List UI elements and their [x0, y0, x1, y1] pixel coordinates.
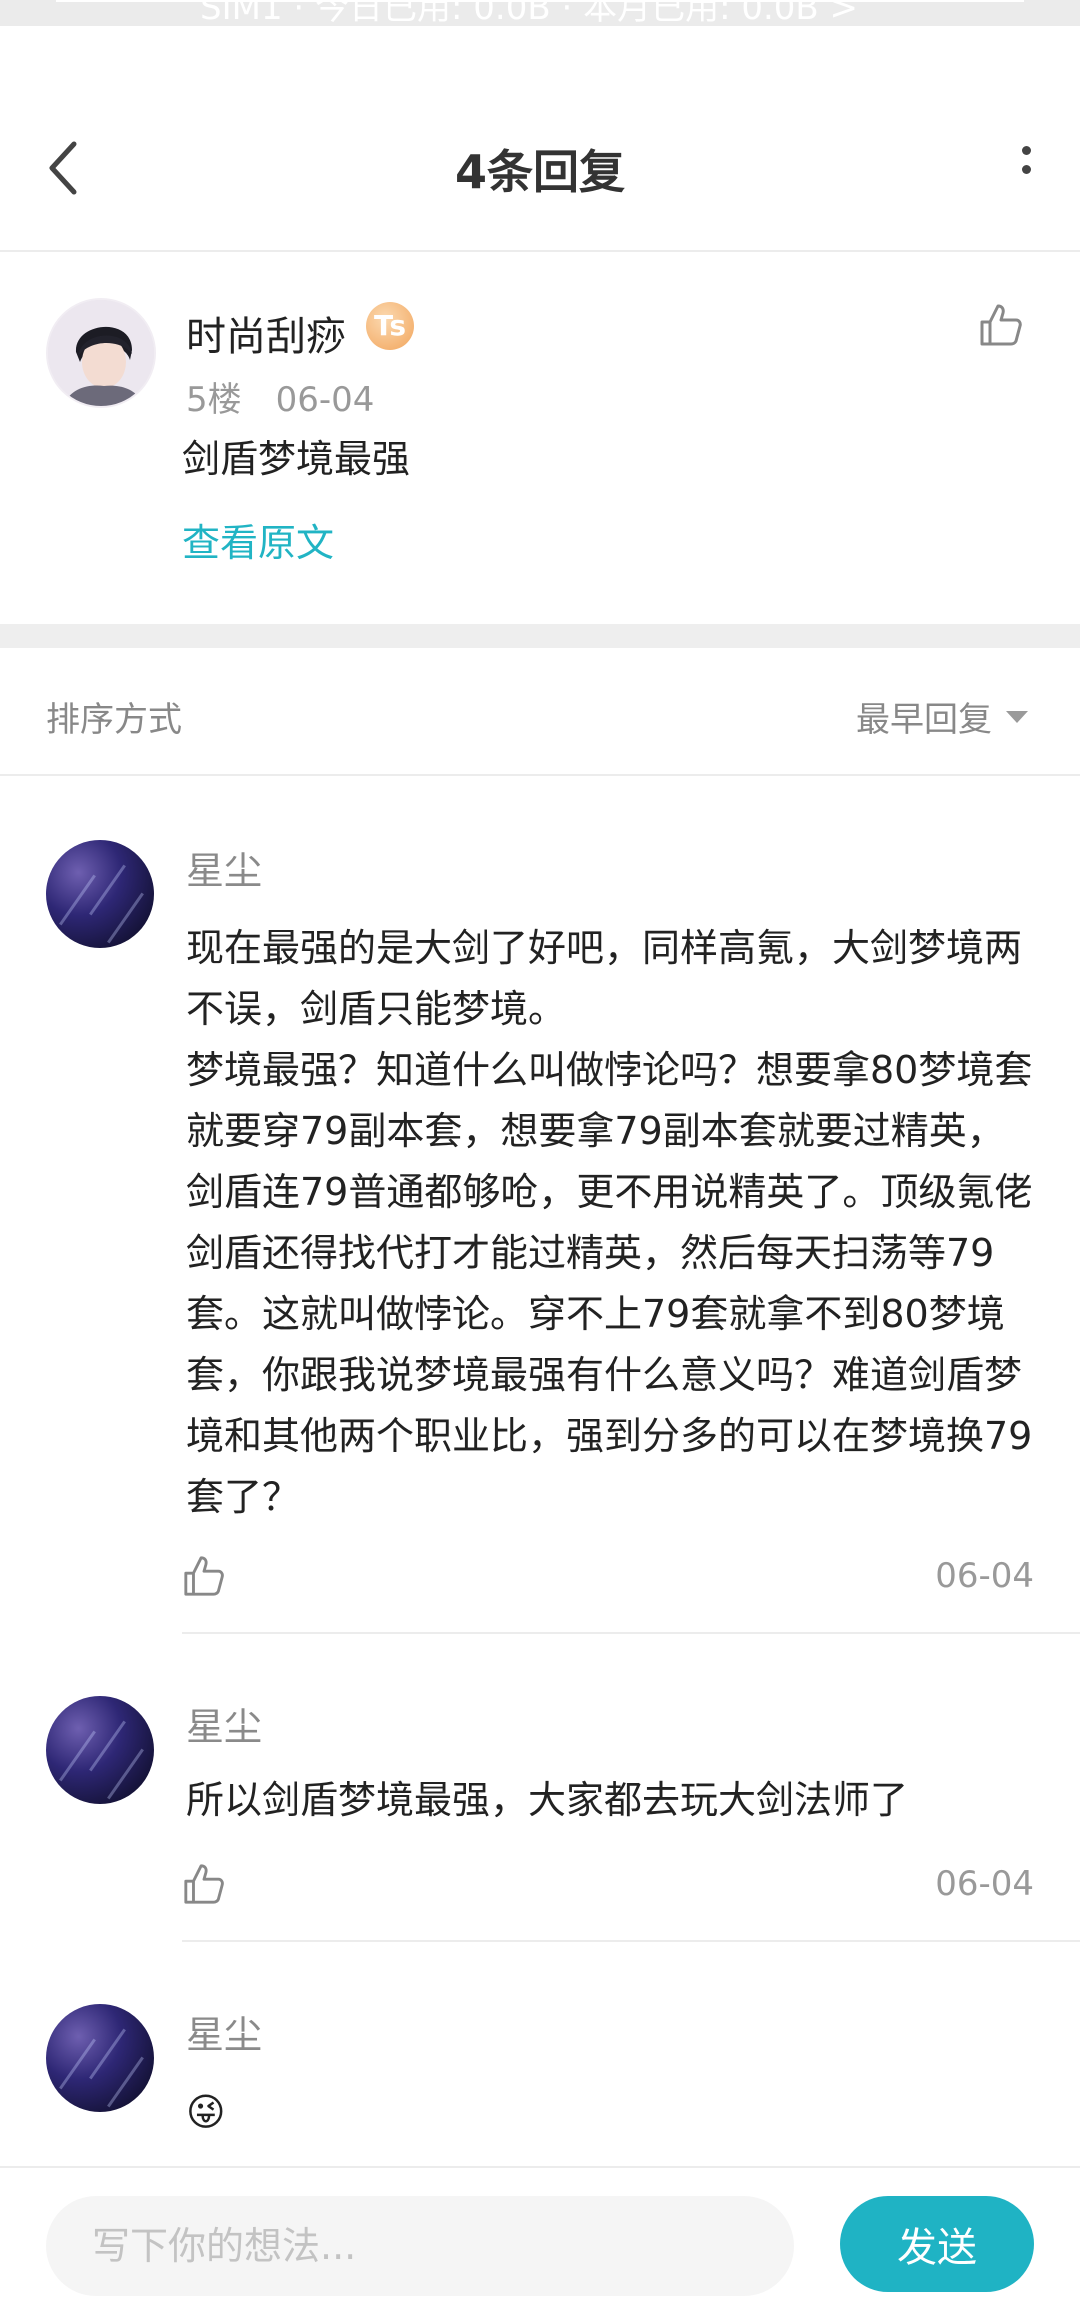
sort-label: 排序方式	[46, 700, 182, 740]
section-gap	[0, 624, 1080, 648]
like-button[interactable]	[978, 302, 1024, 348]
thumbs-up-icon	[184, 1864, 224, 1904]
like-button[interactable]	[182, 1862, 226, 1906]
original-comment: 时尚刮痧 Ts 5楼 06-04 剑盾梦境最强 查看原文	[0, 252, 1080, 624]
comment-input[interactable]	[46, 2196, 794, 2296]
reply-author[interactable]: 星尘	[186, 2004, 262, 2059]
level-badge: Ts	[366, 302, 414, 350]
avatar[interactable]	[46, 1696, 154, 1804]
reply-item: 星尘 😜	[0, 1942, 1080, 2166]
reply-author[interactable]: 星尘	[186, 840, 262, 895]
avatar[interactable]	[46, 840, 154, 948]
comment-content: 剑盾梦境最强	[182, 437, 411, 481]
thumbs-up-icon	[980, 304, 1022, 346]
reply-text: 所以剑盾梦境最强，大家都去玩大剑法师了	[186, 1778, 909, 1822]
sort-value: 最早回复	[856, 700, 992, 740]
reply-date: 06-04	[935, 1864, 1034, 1904]
sort-bar: 排序方式 最早回复	[0, 648, 1080, 776]
reply-emoji: 😜	[186, 2090, 226, 2134]
more-dot-icon	[1021, 165, 1031, 174]
reply-item: 星尘 所以剑盾梦境最强，大家都去玩大剑法师了 06-04	[0, 1634, 1080, 1942]
reply-item: 星尘 现在最强的是大剑了好吧，同样高氪，大剑梦境两不误，剑盾只能梦境。 梦境最强…	[0, 776, 1080, 1634]
avatar[interactable]	[46, 298, 156, 408]
like-button[interactable]	[182, 1554, 226, 1598]
comment-meta: 5楼 06-04	[186, 372, 374, 421]
thumbs-up-icon	[184, 1556, 224, 1596]
reply-text: 现在最强的是大剑了好吧，同样高氪，大剑梦境两不误，剑盾只能梦境。 梦境最强？知道…	[186, 926, 1033, 1519]
status-bar: SIM1 · 今日已用: 0.0B · 本月已用: 0.0B >	[0, 0, 1080, 26]
comment-date: 06-04	[275, 380, 375, 420]
more-dot-icon	[1021, 146, 1031, 155]
reply-date: 06-04	[935, 1556, 1034, 1596]
user-avatar-image	[48, 300, 154, 406]
send-button[interactable]: 发送	[840, 2196, 1034, 2292]
floor-number: 5楼	[186, 380, 242, 420]
view-original-link[interactable]: 查看原文	[182, 512, 334, 567]
avatar[interactable]	[46, 2004, 154, 2112]
comment-composer: 发送	[0, 2166, 1080, 2316]
caret-down-icon	[1006, 710, 1028, 723]
page-title: 4条回复	[454, 145, 625, 199]
top-app-bar: 4条回复	[0, 26, 1080, 252]
reply-author[interactable]: 星尘	[186, 1696, 262, 1751]
sort-dropdown[interactable]: 最早回复	[856, 692, 1028, 741]
status-bar-text: SIM1 · 今日已用: 0.0B · 本月已用: 0.0B >	[200, 0, 859, 26]
username[interactable]: 时尚刮痧	[186, 304, 346, 362]
more-options-button[interactable]	[1016, 146, 1036, 192]
